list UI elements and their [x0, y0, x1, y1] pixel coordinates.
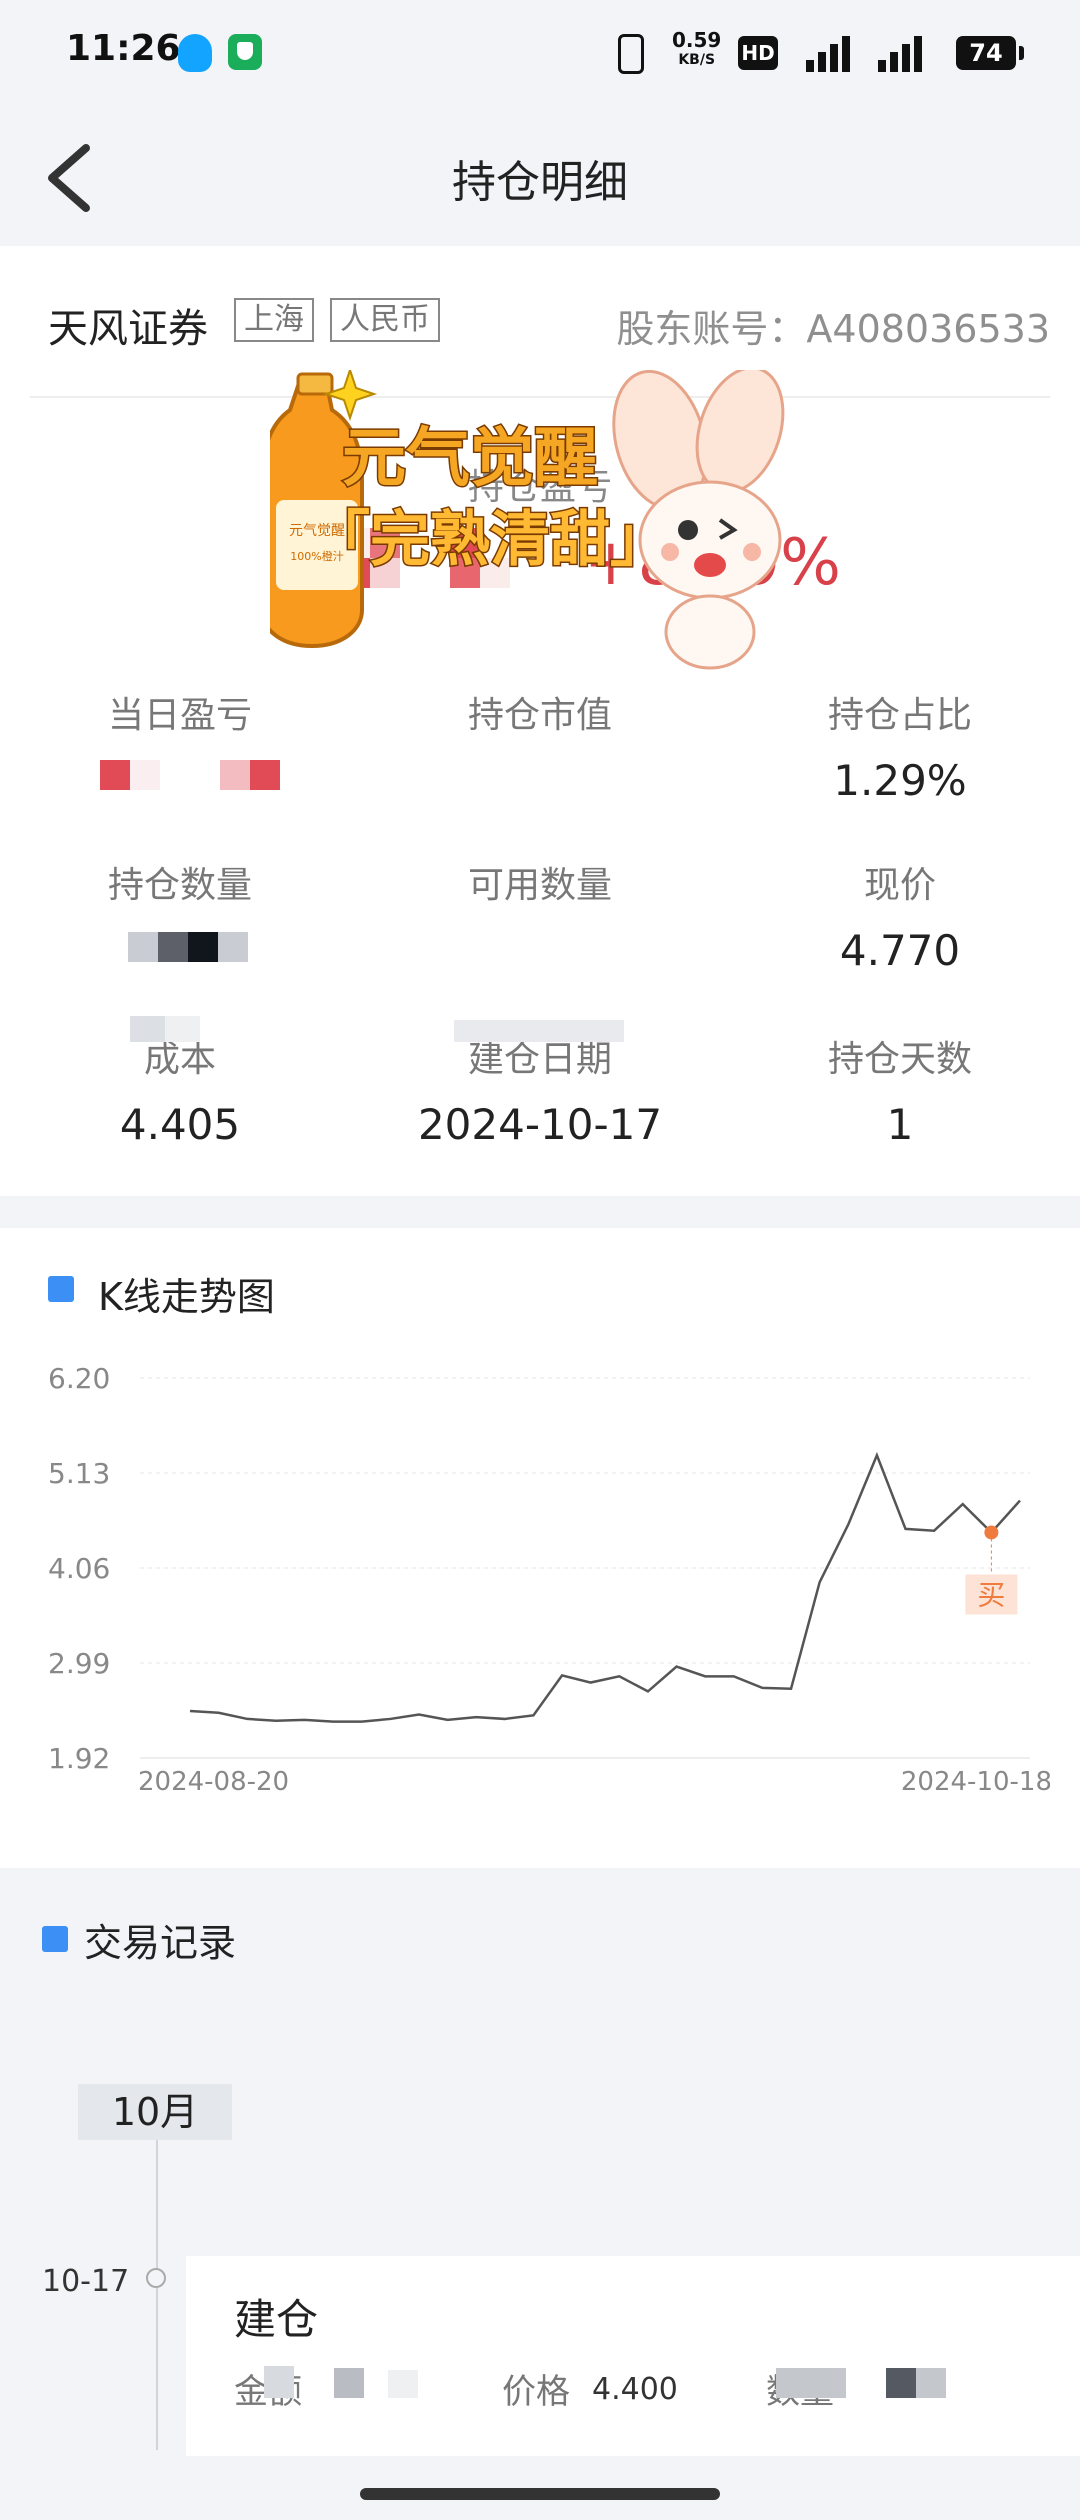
net-speed: 0.59 KB/S	[672, 30, 721, 70]
metric-ratio: 持仓占比 1.29%	[720, 686, 1080, 805]
y-tick-label: 2.99	[48, 1647, 110, 1680]
sticker-line1: 元气觉醒	[342, 422, 598, 496]
metric-label: 持仓市值	[467, 695, 612, 736]
kline-card: K线走势图 6.20 5.13 4.06 2.99 1.92 2024-08-20 2024…	[0, 1228, 1080, 1868]
currency-tag: 人民币	[330, 298, 440, 342]
redacted-date-label	[454, 1020, 624, 1042]
qq-icon	[178, 34, 212, 72]
section-marker	[48, 1276, 74, 1302]
metric-label: 现价	[863, 865, 936, 906]
trade-record-title: 交易记录	[84, 1921, 237, 1965]
metric-value: 4.405	[119, 1100, 241, 1149]
x-tick-label: 2024-10-18	[901, 1767, 1050, 1797]
status-time: 11:26	[66, 28, 181, 69]
page-title: 持仓明细	[452, 157, 628, 208]
kline-title: K线走势图	[98, 1275, 275, 1319]
nav-bar: 持仓明细	[0, 110, 1080, 246]
kline-chart[interactable]: 6.20 5.13 4.06 2.99 1.92 2024-08-20 2024-10-18…	[40, 1358, 1050, 1858]
net-speed-unit: KB/S	[678, 52, 716, 68]
metric-hold-days: 持仓天数 1	[720, 1030, 1080, 1149]
metric-quantity: 持仓数量	[0, 856, 360, 908]
redacted-quantity	[128, 932, 248, 962]
metric-label: 持仓数量	[107, 865, 252, 906]
redacted-today-pl	[100, 760, 280, 790]
trade-type: 建仓	[234, 2295, 319, 2344]
signal-icon	[802, 32, 852, 72]
redacted-amount	[234, 2360, 444, 2404]
vibrate-icon	[618, 34, 644, 74]
metric-value: 1.29%	[833, 756, 967, 805]
buy-marker-dot	[984, 1525, 999, 1540]
timeline-line	[156, 2140, 158, 2450]
metric-value: 2024-10-17	[417, 1100, 663, 1149]
home-indicator[interactable]	[360, 2488, 720, 2500]
metric-available: 可用数量	[360, 856, 720, 908]
month-badge: 10月	[78, 2084, 232, 2140]
y-tick-label: 4.06	[48, 1552, 110, 1585]
battery-icon: 74	[956, 36, 1024, 70]
metric-label: 持仓占比	[827, 695, 972, 736]
redacted-quantity	[766, 2360, 966, 2404]
trade-item[interactable]: 建仓 金额 价格 4.400 数量	[186, 2256, 1080, 2456]
y-tick-label: 6.20	[48, 1362, 110, 1395]
broker-name: 天风证券	[48, 306, 208, 352]
metric-cost: 成本 4.405	[0, 1030, 360, 1149]
metric-label: 持仓天数	[827, 1039, 972, 1080]
y-tick-label: 1.92	[48, 1742, 110, 1775]
signal-icon	[874, 32, 924, 72]
status-bar: 11:26 0.59 KB/S HD 74	[0, 0, 1080, 110]
metric-open-date: 建仓日期 2024-10-17	[360, 1030, 720, 1149]
metric-label: 当日盈亏	[107, 695, 252, 736]
account-number: 股东账号：A408036533	[616, 307, 1050, 351]
metric-current-price: 现价 4.770	[720, 856, 1080, 975]
metric-label: 可用数量	[467, 865, 612, 906]
buy-marker-label: 买	[977, 1578, 1005, 1611]
metric-today-pl: 当日盈亏	[0, 686, 360, 738]
metric-value: 4.770	[839, 926, 961, 975]
net-speed-value: 0.59	[672, 28, 722, 52]
x-tick-label: 2024-08-20	[138, 1767, 289, 1797]
price-value: 4.400	[592, 2372, 678, 2407]
metric-value: 1	[886, 1100, 914, 1149]
timeline-dot	[146, 2268, 166, 2288]
section-marker	[42, 1926, 68, 1952]
sticker-line2: 「完熟清甜」	[310, 505, 670, 575]
trade-date: 10-17	[42, 2264, 130, 2299]
metric-market-value: 持仓市值	[360, 686, 720, 738]
shield-icon	[228, 34, 262, 70]
y-tick-label: 5.13	[48, 1457, 110, 1490]
price-label: 价格	[502, 2372, 570, 2412]
price-line	[189, 1451, 1021, 1723]
sticker-overlay: 元气觉醒 100%橙汁 元气觉醒 「完熟清甜」	[270, 370, 785, 670]
hd-badge: HD	[738, 36, 778, 70]
redacted-cost-label	[130, 1016, 200, 1042]
market-tag: 上海	[234, 298, 314, 342]
